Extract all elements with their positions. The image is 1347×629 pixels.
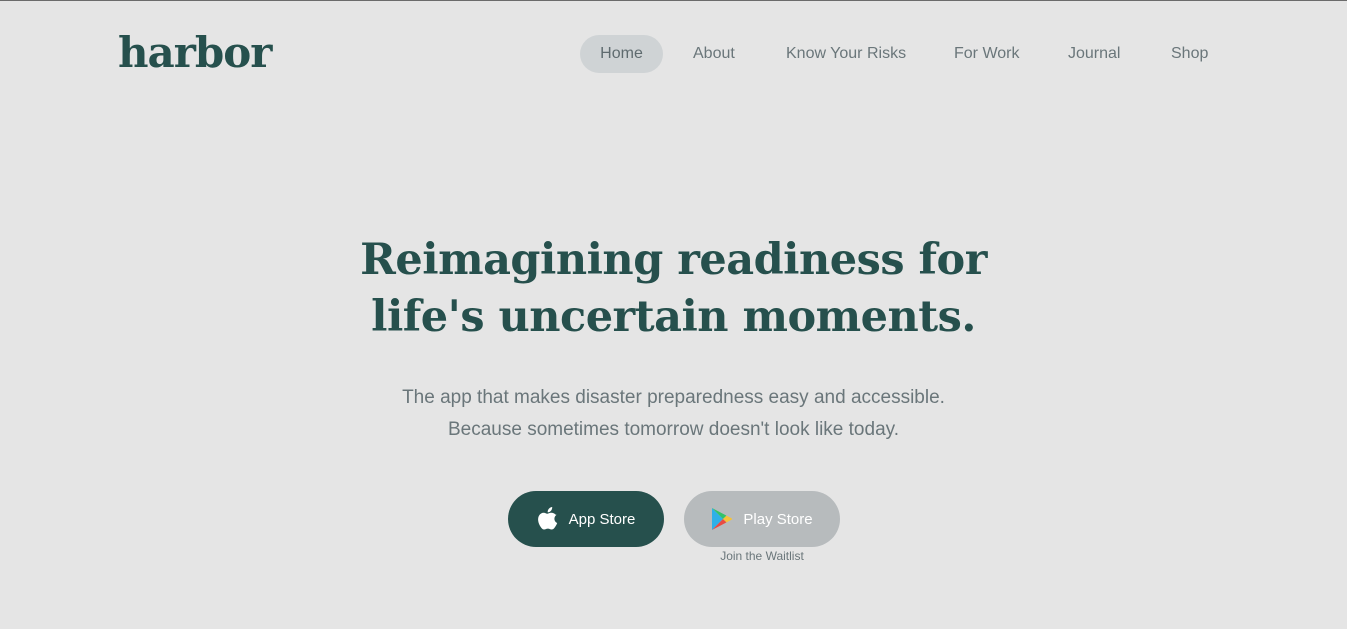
hero-title: Reimagining readiness for life's uncerta… <box>0 232 1347 346</box>
nav-journal[interactable]: Journal <box>1068 35 1120 73</box>
play-store-button[interactable]: Play Store <box>684 491 840 547</box>
hero-title-line-1: Reimagining readiness for <box>360 235 987 285</box>
play-store-label: Play Store <box>743 510 813 528</box>
hero-subtitle-line-1: The app that makes disaster preparedness… <box>402 387 945 408</box>
nav-home[interactable]: Home <box>580 35 663 73</box>
nav-for-work[interactable]: For Work <box>954 35 1019 73</box>
hero-subtitle: The app that makes disaster preparedness… <box>0 382 1347 446</box>
apple-icon <box>537 506 559 532</box>
nav-about[interactable]: About <box>693 35 735 73</box>
logo[interactable]: harbor <box>118 27 272 79</box>
app-store-label: App Store <box>568 510 636 528</box>
hero-subtitle-line-2: Because sometimes tomorrow doesn't look … <box>447 419 900 440</box>
hero-title-line-2: life's uncertain moments. <box>371 292 976 342</box>
nav-know-your-risks[interactable]: Know Your Risks <box>786 35 906 73</box>
app-store-button[interactable]: App Store <box>508 491 664 547</box>
waitlist-caption: Join the Waitlist <box>720 549 804 563</box>
google-play-icon <box>711 507 733 531</box>
nav-shop[interactable]: Shop <box>1171 35 1208 73</box>
